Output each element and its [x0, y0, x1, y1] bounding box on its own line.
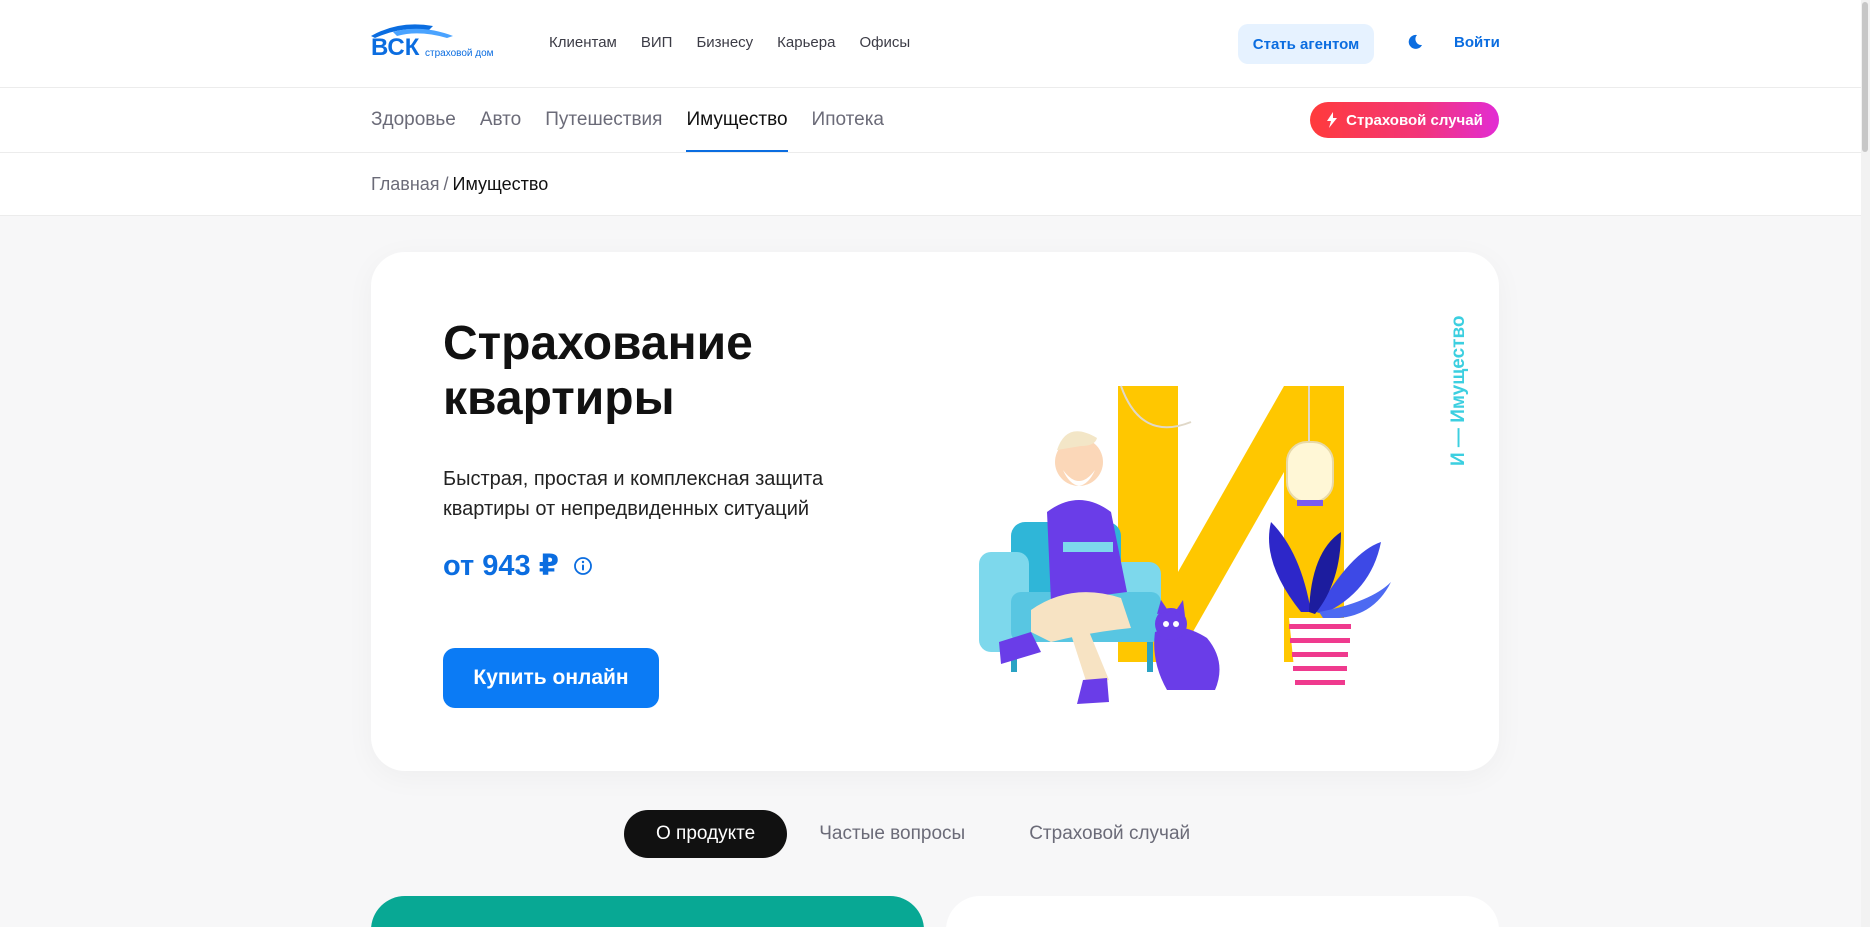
hero-illustration [979, 385, 1391, 704]
topnav-item-vip[interactable]: ВИП [641, 34, 673, 51]
topnav-item-offices[interactable]: Офисы [859, 34, 910, 51]
breadcrumb-bar: Главная / Имущество [0, 153, 1870, 216]
top-header: ВСК страховой дом Клиентам ВИП Бизнесу К… [0, 0, 1870, 88]
feature-card-green [371, 896, 924, 927]
tab-about-product[interactable]: О продукте [624, 810, 788, 858]
insurance-claim-button[interactable]: Страховой случай [1310, 102, 1499, 138]
category-auto[interactable]: Авто [480, 88, 521, 152]
feature-card-white [946, 896, 1499, 927]
page-title: Страхование квартиры [443, 317, 753, 425]
hero-card: Страхование квартиры Быстрая, простая и … [371, 252, 1499, 771]
login-link[interactable]: Войти [1454, 34, 1500, 51]
category-mortgage[interactable]: Ипотека [812, 88, 884, 152]
tab-insurance-case[interactable]: Страховой случай [997, 810, 1222, 858]
product-tabs: О продукте Частые вопросы Страховой случ… [624, 810, 1222, 858]
logo-subtitle: страховой дом [425, 48, 494, 59]
hero-description: Быстрая, простая и комплексная защита кв… [443, 468, 824, 520]
vsk-logo[interactable]: ВСК страховой дом [371, 22, 503, 62]
breadcrumb-home[interactable]: Главная [371, 174, 440, 194]
buy-online-button[interactable]: Купить онлайн [443, 648, 659, 708]
logo-text: ВСК [371, 34, 420, 61]
topnav-item-business[interactable]: Бизнесу [696, 34, 753, 51]
become-agent-button[interactable]: Стать агентом [1238, 24, 1374, 64]
price-block: от 943 ₽ [443, 548, 593, 583]
price-value: от 943 ₽ [443, 550, 559, 582]
topnav-item-career[interactable]: Карьера [777, 34, 835, 51]
vertical-category-label: И — Имущество [1448, 315, 1469, 467]
info-icon[interactable] [573, 556, 593, 576]
breadcrumb-current: Имущество [452, 174, 549, 194]
category-tabs: Здоровье Авто Путешествия Имущество Ипот… [371, 88, 908, 152]
lightning-icon [1327, 112, 1338, 128]
breadcrumb: Главная / Имущество [371, 174, 548, 195]
page-scrollbar[interactable] [1861, 0, 1870, 927]
category-health[interactable]: Здоровье [371, 88, 456, 152]
category-property[interactable]: Имущество [686, 88, 788, 152]
insurance-claim-label: Страховой случай [1346, 111, 1483, 129]
top-nav: Клиентам ВИП Бизнесу Карьера Офисы [549, 34, 910, 51]
moon-icon[interactable] [1405, 32, 1425, 52]
category-travel[interactable]: Путешествия [545, 88, 662, 152]
breadcrumb-separator: / [443, 174, 449, 194]
tab-faq[interactable]: Частые вопросы [787, 810, 997, 858]
category-bar: Здоровье Авто Путешествия Имущество Ипот… [0, 88, 1870, 153]
scrollbar-thumb[interactable] [1862, 2, 1868, 152]
topnav-item-clients[interactable]: Клиентам [549, 34, 617, 51]
